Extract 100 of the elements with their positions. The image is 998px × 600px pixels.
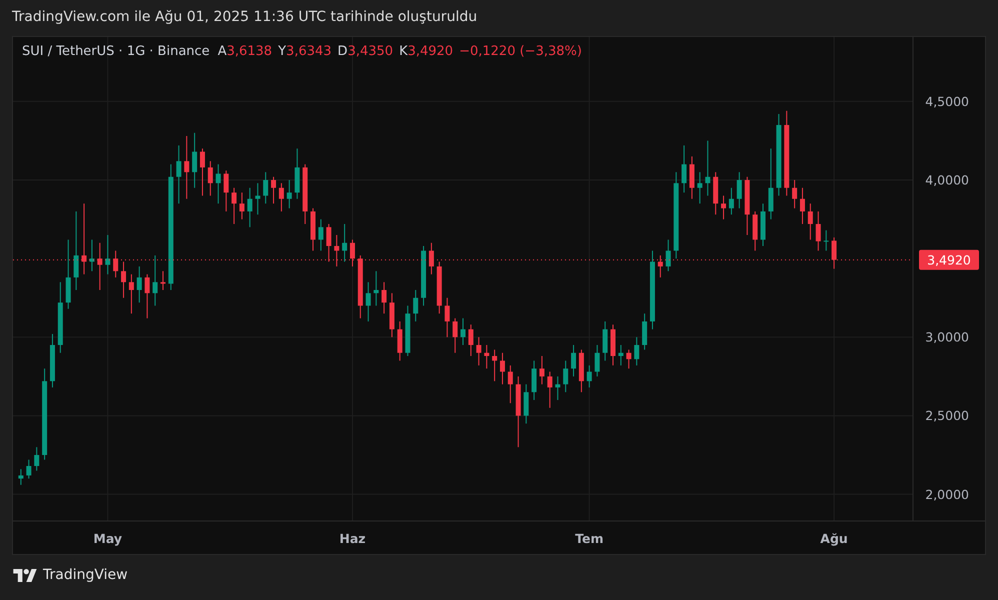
candlestick	[452, 318, 458, 354]
candlestick	[89, 239, 94, 272]
candlestick	[768, 148, 774, 220]
candlestick	[744, 176, 750, 236]
ohlc-value: 3,6138	[226, 44, 272, 59]
candlestick	[405, 305, 410, 356]
candlestick	[824, 230, 829, 252]
candlestick	[382, 282, 387, 314]
candlestick	[736, 172, 742, 209]
symbol-info: SUI / TetherUS · 1G · Binance	[22, 44, 210, 59]
candlestick	[642, 313, 648, 350]
candlestick	[492, 349, 498, 382]
candlestick	[144, 274, 150, 319]
candlestick	[539, 356, 544, 385]
logo-icon	[13, 568, 37, 582]
candlestick	[484, 344, 490, 370]
candlestick	[626, 349, 632, 370]
candlestick	[97, 242, 102, 290]
candlestick	[128, 274, 134, 314]
candlestick	[666, 239, 671, 272]
candlestick	[816, 210, 821, 252]
candlestick	[18, 468, 24, 486]
candlestick	[602, 320, 608, 362]
candlestick	[468, 324, 474, 356]
candlestick	[555, 376, 560, 400]
candlestick	[302, 164, 308, 224]
candlestick	[350, 239, 355, 267]
candlestick	[428, 242, 434, 275]
candlestick	[682, 144, 687, 194]
candlestick	[82, 203, 87, 275]
candlestick	[389, 292, 394, 338]
candlestick	[113, 250, 118, 278]
brand-name: TradingView	[43, 567, 128, 583]
candlestick	[58, 282, 63, 354]
time-axis-label: Tem	[575, 531, 604, 546]
candlestick	[413, 290, 418, 322]
candlestick	[121, 261, 126, 298]
price-axis-label: 2,0000	[925, 486, 969, 502]
candlestick	[436, 261, 442, 314]
candlestick	[232, 187, 237, 224]
candlestick	[705, 140, 710, 196]
candlestick	[697, 172, 702, 204]
candlestick	[239, 192, 244, 220]
candlestick	[444, 297, 450, 338]
candlestick	[247, 187, 252, 228]
price-axis-label: 3,0000	[925, 330, 969, 345]
candlestick	[760, 203, 766, 246]
ohlc-label: K	[399, 44, 408, 59]
candlestick	[808, 203, 813, 240]
candlestick	[208, 160, 213, 196]
candlestick	[334, 234, 340, 267]
candlestick	[26, 459, 32, 480]
candlestick	[263, 172, 268, 204]
candlestick	[563, 360, 568, 393]
candlestick	[658, 254, 663, 278]
candlestick	[294, 148, 300, 200]
candlestick	[713, 172, 718, 216]
candlestick	[366, 282, 371, 322]
candlestick	[634, 336, 640, 366]
chart-caption: TradingView.com ile Ağu 01, 2025 11:36 UTC tarihinde oluşturuldu	[12, 9, 478, 25]
ohlc-label: Y	[278, 44, 286, 59]
time-axis-label: Haz	[339, 531, 366, 546]
candlestick	[721, 195, 726, 220]
candlestick	[34, 446, 40, 472]
time-axis-label: May	[93, 531, 122, 546]
candlestick	[500, 352, 505, 385]
candlestick	[610, 324, 616, 366]
price-axis-label: 4,5000	[925, 94, 969, 109]
candlestick	[176, 144, 182, 204]
candlestick	[66, 239, 71, 310]
candlestick	[342, 224, 348, 262]
price-change: −0,1220 (−3,38%)	[459, 44, 582, 59]
candlestick	[310, 208, 316, 252]
candlestick	[224, 170, 229, 212]
candlestick	[152, 254, 158, 306]
candlestick	[421, 246, 426, 306]
candlestick	[374, 270, 379, 306]
candlestick	[586, 364, 592, 388]
ohlc-label: A	[218, 44, 227, 59]
candlestick	[286, 180, 292, 209]
candlestick	[524, 384, 529, 424]
candlestick	[271, 176, 276, 204]
candlestick	[618, 344, 624, 366]
candlestick	[160, 270, 166, 290]
candlestick	[508, 364, 513, 404]
candlestick	[532, 360, 537, 400]
candlestick	[792, 180, 798, 209]
candlestick	[326, 224, 332, 262]
candlestick	[476, 336, 482, 366]
price-axis-label: 2,5000	[925, 408, 969, 424]
candlestick	[184, 136, 190, 200]
ohlc-value: 3,4350	[348, 44, 394, 59]
candlestick	[200, 148, 205, 196]
last-price-label: 3,4920	[919, 250, 979, 270]
candlestick	[255, 182, 260, 216]
candlestick	[460, 318, 466, 346]
ohlc-value: 3,4920	[408, 44, 454, 59]
candlestick	[216, 164, 221, 204]
time-axis-label: Ağu	[820, 531, 848, 546]
candlestick	[728, 187, 734, 216]
